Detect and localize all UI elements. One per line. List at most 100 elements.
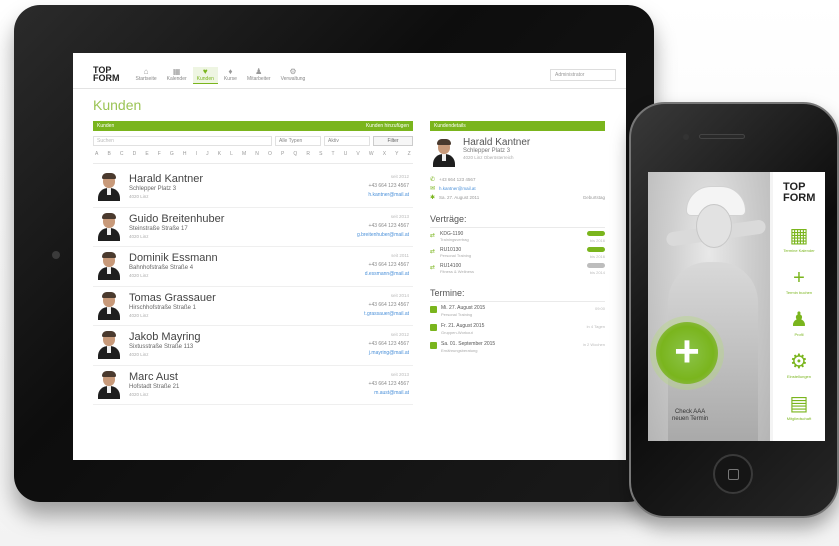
alphabet-letter[interactable]: Y bbox=[395, 151, 398, 157]
status-badge bbox=[587, 263, 605, 268]
menu-item-membership[interactable]: ▤ Mitgliedschaft bbox=[777, 392, 821, 432]
alphabet-letter[interactable]: J bbox=[206, 151, 209, 157]
nav-label: Mitarbeiter bbox=[246, 76, 271, 82]
alphabet-letter[interactable]: L bbox=[230, 151, 233, 157]
add-customer-button[interactable]: Kunden hinzufügen bbox=[366, 123, 409, 129]
search-input[interactable]: Suchen bbox=[93, 136, 272, 146]
alphabet-letter[interactable]: M bbox=[242, 151, 246, 157]
menu-label: Termin buchen bbox=[785, 290, 813, 295]
nav-item-startseite[interactable]: ⌂ Startseite bbox=[132, 67, 161, 84]
customer-street: Hirschhofstraße Straße 1 bbox=[129, 304, 197, 311]
calendar-icon bbox=[430, 324, 437, 331]
alphabet-letter[interactable]: Z bbox=[408, 151, 411, 157]
customer-email-link[interactable]: m.aust@mail.at bbox=[374, 390, 409, 396]
menu-item-profile[interactable]: ♟ Profil bbox=[777, 308, 821, 348]
appointments-title: Termine: bbox=[430, 288, 605, 302]
calendar-icon: ▦ bbox=[789, 225, 809, 247]
alphabet-letter[interactable]: G bbox=[170, 151, 174, 157]
customer-row[interactable]: Guido Breitenhuber Steinstraße Straße 17… bbox=[93, 208, 413, 247]
status-dropdown[interactable]: Aktiv bbox=[324, 136, 370, 146]
detail-phone: +43 664 123 4567 bbox=[439, 177, 476, 182]
alphabet-letter[interactable]: D bbox=[133, 151, 137, 157]
nav-item-kunden[interactable]: ♥ Kunden bbox=[192, 67, 218, 84]
detail-mail-row[interactable]: ✉ h.kantner@mail.at bbox=[430, 184, 605, 193]
appointment-row[interactable]: Fr. 21. August 2015 Gruppen-Workout in 4… bbox=[430, 323, 605, 338]
detail-mail[interactable]: h.kantner@mail.at bbox=[439, 186, 476, 191]
add-appointment-button[interactable]: + bbox=[656, 322, 718, 384]
alphabet-letter[interactable]: O bbox=[268, 151, 272, 157]
alphabet-letter[interactable]: U bbox=[344, 151, 348, 157]
contract-row[interactable]: ⇄ RU14100 Fitness & Wellness bis 2014 bbox=[430, 263, 605, 276]
status-badge bbox=[587, 247, 605, 252]
customer-row[interactable]: Marc Aust Hofstadt Straße 21 4020 Linz s… bbox=[93, 366, 413, 405]
menu-item-calendar[interactable]: ▦ Termine Kalender bbox=[777, 224, 821, 264]
customer-row[interactable]: Harald Kantner Schlepper Platz 3 4020 Li… bbox=[93, 168, 413, 208]
tablet-camera bbox=[52, 251, 60, 259]
appointment-row[interactable]: Sa. 01. September 2015 Ernährungsberatun… bbox=[430, 341, 605, 356]
nav-item-verwaltung[interactable]: ⚙ Verwaltung bbox=[277, 67, 310, 84]
person-icon: ♟ bbox=[790, 309, 808, 331]
alphabet-letter[interactable]: T bbox=[332, 151, 335, 157]
avatar bbox=[97, 212, 121, 241]
menu-item-settings[interactable]: ⚙ Einstellungen bbox=[777, 350, 821, 390]
type-dropdown[interactable]: Alle Typen bbox=[275, 136, 321, 146]
contract-row[interactable]: ⇄ RU10130 Personal Training bis 2016 bbox=[430, 247, 605, 260]
customer-since: seit 2012 bbox=[390, 332, 409, 337]
alphabet-letter[interactable]: W bbox=[369, 151, 374, 157]
customer-email-link[interactable]: g.breitenhuber@mail.at bbox=[357, 232, 409, 238]
alphabet-letter[interactable]: H bbox=[183, 151, 187, 157]
alphabet-letter[interactable]: N bbox=[255, 151, 259, 157]
customer-email-link[interactable]: j.mayring@mail.at bbox=[369, 350, 409, 356]
nav-label: Startseite bbox=[135, 76, 157, 82]
customer-row[interactable]: Tomas Grassauer Hirschhofstraße Straße 1… bbox=[93, 287, 413, 326]
nav-item-kalender[interactable]: ▦ Kalender bbox=[163, 67, 191, 84]
alphabet-letter[interactable]: Q bbox=[293, 151, 297, 157]
alphabet-letter[interactable]: I bbox=[196, 151, 197, 157]
contracts-title: Verträge: bbox=[430, 214, 605, 228]
alphabet-letter[interactable]: P bbox=[281, 151, 284, 157]
alphabet-letter[interactable]: F bbox=[158, 151, 161, 157]
alphabet-letter[interactable]: X bbox=[383, 151, 386, 157]
customer-name: Harald Kantner bbox=[129, 173, 203, 185]
page-title: Kunden bbox=[93, 97, 142, 113]
menu-label: Termine Kalender bbox=[783, 248, 815, 253]
avatar bbox=[97, 173, 121, 201]
appointment-row[interactable]: Mi. 27. August 2015 Personal Training 09… bbox=[430, 305, 605, 320]
filter-button[interactable]: Filter bbox=[373, 136, 413, 146]
customer-row[interactable]: Dominik Essmann Bahnhofstraße Straße 4 4… bbox=[93, 247, 413, 287]
alphabet-letter[interactable]: B bbox=[107, 151, 110, 157]
nav-item-kurse[interactable]: ♦ Kurse bbox=[220, 67, 241, 84]
appointment-time: in 4 Tagen bbox=[586, 324, 605, 329]
alphabet-letter[interactable]: A bbox=[95, 151, 98, 157]
contract-row[interactable]: ⇄ KDG-1190 Trainingsvertrag bis 2016 bbox=[430, 231, 605, 244]
main-nav: ⌂ Startseite ▦ Kalender ♥ Kunden ♦ Kurse bbox=[132, 67, 310, 84]
alphabet-letter[interactable]: C bbox=[120, 151, 124, 157]
alphabet-letter[interactable]: S bbox=[319, 151, 322, 157]
nav-item-mitarbeiter[interactable]: ♟ Mitarbeiter bbox=[243, 67, 275, 84]
customer-phone: +43 664 123 4567 bbox=[368, 262, 409, 268]
alphabet-letter[interactable]: V bbox=[356, 151, 359, 157]
alphabet-letter[interactable]: R bbox=[306, 151, 310, 157]
customer-email-link[interactable]: h.kantner@mail.at bbox=[368, 192, 409, 198]
phone-screen: + Check AAA neuen Termin TOP FORM ▦ Term… bbox=[648, 172, 825, 441]
alphabet-letter[interactable]: E bbox=[145, 151, 148, 157]
tablet-device: TOP FORM ⌂ Startseite ▦ Kalender ♥ Kunde… bbox=[14, 5, 654, 502]
app-logo[interactable]: TOP FORM bbox=[93, 66, 120, 83]
menu-item-book[interactable]: + Termin buchen bbox=[777, 266, 821, 306]
contract-type: Trainingsvertrag bbox=[440, 237, 469, 242]
customer-street: Bahnhofstraße Straße 4 bbox=[129, 265, 194, 271]
customer-name: Marc Aust bbox=[129, 370, 178, 383]
alphabet-letter[interactable]: K bbox=[218, 151, 221, 157]
nav-label: Kalender bbox=[166, 76, 187, 82]
customer-row[interactable]: Jakob Mayring Sixtusstraße Straße 113 40… bbox=[93, 326, 413, 366]
detail-birthday: Sa. 27. August 2011 bbox=[439, 195, 480, 200]
customer-street: Schlepper Platz 3 bbox=[129, 186, 177, 192]
customer-email-link[interactable]: t.grassauer@mail.at bbox=[364, 311, 409, 317]
customer-name: Dominik Essmann bbox=[129, 252, 218, 264]
app-header: TOP FORM ⌂ Startseite ▦ Kalender ♥ Kunde… bbox=[73, 53, 626, 89]
user-select[interactable]: Administrator bbox=[550, 69, 616, 81]
customer-name: Tomas Grassauer bbox=[129, 291, 216, 304]
customer-street: Steinstraße Straße 17 bbox=[129, 225, 188, 232]
customer-email-link[interactable]: d.essmann@mail.at bbox=[365, 271, 409, 277]
home-button[interactable] bbox=[713, 454, 753, 494]
